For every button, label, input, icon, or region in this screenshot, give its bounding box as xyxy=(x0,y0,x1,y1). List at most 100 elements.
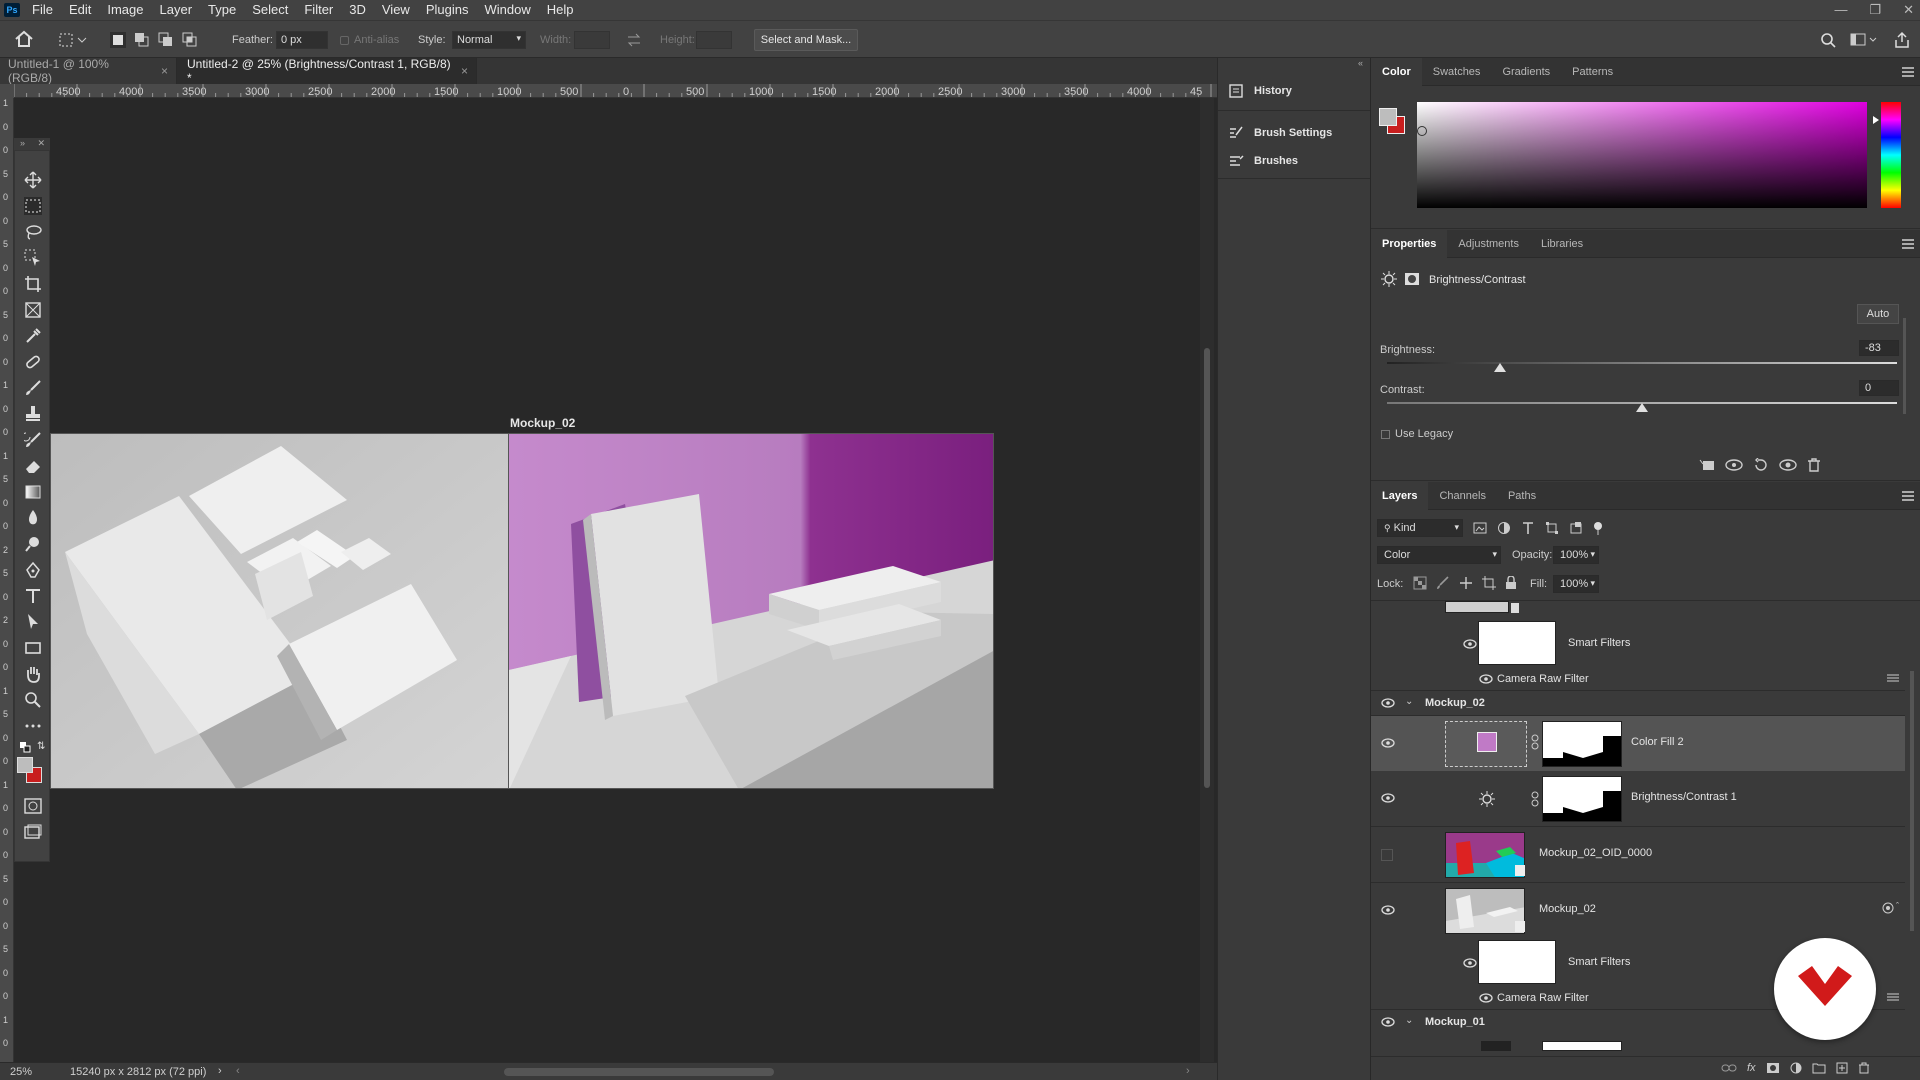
hand-tool-icon[interactable] xyxy=(24,665,42,683)
more-tools-icon[interactable] xyxy=(24,717,42,735)
restore-icon[interactable]: ❐ xyxy=(1869,0,1881,20)
smart-filter-mask-thumbnail[interactable] xyxy=(1478,621,1556,665)
blur-tool-icon[interactable] xyxy=(24,509,42,527)
layers-scrollbar[interactable] xyxy=(1907,601,1917,1055)
lock-image-icon[interactable] xyxy=(1436,576,1450,590)
reset-adjustment-icon[interactable] xyxy=(1753,458,1769,472)
menu-3d[interactable]: 3D xyxy=(341,0,374,20)
hue-slider-marker[interactable] xyxy=(1873,116,1879,124)
close-window-icon[interactable]: ✕ xyxy=(1903,0,1914,20)
panel-menu-icon[interactable] xyxy=(1902,491,1914,501)
color-panel-foreground-swatch[interactable] xyxy=(1379,108,1397,126)
menu-view[interactable]: View xyxy=(374,0,418,20)
menu-type[interactable]: Type xyxy=(200,0,244,20)
view-previous-state-icon[interactable] xyxy=(1725,458,1743,472)
zoom-level[interactable]: 25% xyxy=(10,1066,32,1078)
toolbar-header[interactable]: » ✕ xyxy=(14,138,50,150)
filter-blending-options-icon[interactable] xyxy=(1887,992,1899,1002)
new-group-icon[interactable] xyxy=(1812,1062,1826,1074)
panel-menu-icon[interactable] xyxy=(1902,67,1914,77)
brush-settings-panel-button[interactable]: Brush Settings xyxy=(1228,122,1332,144)
link-layers-icon[interactable] xyxy=(1721,1062,1737,1074)
fill-input[interactable]: 100% ▾ xyxy=(1553,575,1599,593)
tab-properties[interactable]: Properties xyxy=(1371,229,1448,258)
brightness-contrast-1-row[interactable]: Brightness/Contrast 1 xyxy=(1371,771,1905,826)
contrast-slider-handle[interactable] xyxy=(1636,403,1648,412)
history-brush-tool-icon[interactable] xyxy=(24,431,42,449)
filter-type-icon[interactable] xyxy=(1521,521,1535,535)
tab-channels[interactable]: Channels xyxy=(1428,482,1496,510)
history-panel-button[interactable]: History xyxy=(1228,80,1292,102)
toggle-visibility-icon[interactable] xyxy=(1779,458,1797,472)
filter-blending-options-icon[interactable] xyxy=(1887,673,1899,683)
minimize-icon[interactable]: — xyxy=(1834,0,1847,20)
object-selection-tool-icon[interactable] xyxy=(24,249,42,267)
search-icon[interactable] xyxy=(1820,32,1836,48)
link-icon[interactable] xyxy=(1531,791,1539,807)
marquee-tool-icon[interactable] xyxy=(24,197,42,215)
properties-scrollbar[interactable] xyxy=(1901,308,1909,428)
menu-help[interactable]: Help xyxy=(539,0,582,20)
layer-name[interactable]: Camera Raw Filter xyxy=(1497,673,1589,685)
quick-mask-icon[interactable] xyxy=(24,797,42,815)
filter-pixel-icon[interactable] xyxy=(1473,521,1487,535)
tab-layers[interactable]: Layers xyxy=(1371,481,1429,510)
ruler-origin[interactable] xyxy=(0,84,14,98)
brushes-panel-button[interactable]: Brushes xyxy=(1228,150,1298,172)
layer-name[interactable]: Smart Filters xyxy=(1568,956,1630,968)
vertical-scroll-thumb[interactable] xyxy=(1204,348,1210,788)
layer-thumbnail[interactable] xyxy=(1481,1041,1511,1051)
layer-mask-thumbnail[interactable] xyxy=(1542,776,1622,822)
lock-position-icon[interactable] xyxy=(1459,576,1473,590)
horizontal-scroll-thumb[interactable] xyxy=(504,1068,774,1076)
swap-colors-icon[interactable]: ⇅ xyxy=(37,741,45,752)
pen-tool-icon[interactable] xyxy=(24,561,42,579)
eye-icon[interactable] xyxy=(1479,993,1493,1003)
eye-icon[interactable] xyxy=(1381,738,1395,748)
subtract-from-selection-icon[interactable] xyxy=(158,32,174,48)
new-adjustment-layer-icon[interactable] xyxy=(1790,1062,1802,1074)
workspace-icon[interactable] xyxy=(1850,32,1878,48)
move-tool-icon[interactable] xyxy=(24,171,42,189)
new-selection-icon[interactable] xyxy=(110,32,126,48)
smart-filters-indicator-icon[interactable] xyxy=(1882,902,1894,914)
camera-raw-filter-row[interactable]: Camera Raw Filter xyxy=(1371,669,1905,689)
style-select[interactable]: Normal ▾ xyxy=(452,31,526,49)
share-icon[interactable] xyxy=(1894,31,1910,49)
swap-width-height-icon[interactable] xyxy=(626,32,642,48)
filter-toggle-icon[interactable] xyxy=(1593,521,1603,535)
smart-filters-row[interactable]: Smart Filters xyxy=(1371,619,1905,669)
auto-button[interactable]: Auto xyxy=(1857,304,1899,324)
default-colors-icon[interactable] xyxy=(19,741,31,753)
smart-filter-mask-thumbnail[interactable] xyxy=(1478,940,1556,984)
zoom-tool-icon[interactable] xyxy=(24,691,42,709)
layer-name[interactable]: Mockup_02_OID_0000 xyxy=(1539,847,1652,859)
color-spectrum-field[interactable] xyxy=(1417,102,1867,208)
lock-artboard-icon[interactable] xyxy=(1482,576,1496,590)
tab-libraries[interactable]: Libraries xyxy=(1530,230,1594,258)
rectangle-tool-icon[interactable] xyxy=(24,639,42,657)
brightness-slider-handle[interactable] xyxy=(1494,363,1506,372)
vertical-scrollbar[interactable] xyxy=(1200,98,1214,1062)
layer-name[interactable]: Mockup_02 xyxy=(1539,903,1596,915)
gradient-tool-icon[interactable] xyxy=(24,483,42,501)
menu-plugins[interactable]: Plugins xyxy=(418,0,477,20)
screen-mode-icon[interactable] xyxy=(24,823,42,841)
tab-paths[interactable]: Paths xyxy=(1497,482,1547,510)
tab-untitled-2[interactable]: Untitled-2 @ 25% (Brightness/Contrast 1,… xyxy=(177,57,477,85)
marquee-tool-preset-icon[interactable] xyxy=(58,32,88,48)
tab-adjustments[interactable]: Adjustments xyxy=(1447,230,1530,258)
brightness-slider-track[interactable] xyxy=(1387,362,1897,364)
home-icon[interactable] xyxy=(14,30,34,48)
layers-scroll-thumb[interactable] xyxy=(1910,671,1914,931)
eraser-tool-icon[interactable] xyxy=(24,457,42,475)
tab-swatches[interactable]: Swatches xyxy=(1422,58,1492,86)
delete-layer-icon[interactable] xyxy=(1858,1062,1870,1074)
tab-patterns[interactable]: Patterns xyxy=(1561,58,1624,86)
add-to-selection-icon[interactable] xyxy=(134,32,150,48)
color-fill-2-row[interactable]: Color Fill 2 xyxy=(1371,716,1905,771)
anti-alias-checkbox[interactable] xyxy=(340,36,349,45)
tab-untitled-1[interactable]: Untitled-1 @ 100% (RGB/8) × xyxy=(0,57,177,85)
type-tool-icon[interactable] xyxy=(24,587,42,605)
vertical-ruler[interactable]: 1 0 0 5 0 0 5 0 0 5 0 0 1 0 0 1 5 0 0 2 5 0 2 0 0 1 5 0 0 1 0 0 0 5 0 0 5 0 0 1… xyxy=(0,98,14,1062)
